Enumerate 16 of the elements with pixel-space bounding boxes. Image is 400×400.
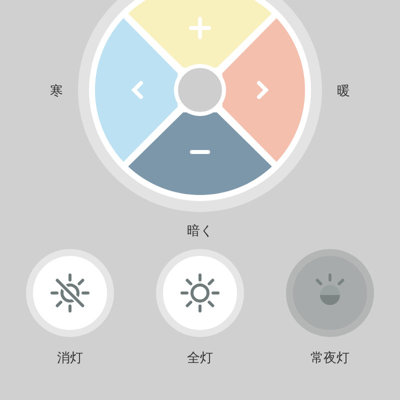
mode-label: 全灯 bbox=[187, 350, 213, 367]
dial-label: 暗く bbox=[187, 223, 213, 241]
dial-segment[interactable] bbox=[128, 0, 272, 68]
sun-slash-icon bbox=[50, 273, 90, 313]
chevron-left-icon bbox=[131, 81, 143, 99]
dial-segment[interactable] bbox=[128, 112, 272, 195]
dial-segment[interactable] bbox=[222, 18, 305, 162]
dial-label: 暖 bbox=[337, 83, 350, 100]
dial-segment[interactable] bbox=[95, 18, 178, 162]
mode-label: 消灯 bbox=[57, 350, 83, 367]
dial-label: 寒 bbox=[50, 83, 63, 100]
minus-icon bbox=[190, 150, 210, 154]
chevron-right-icon bbox=[257, 81, 269, 99]
mode-label: 常夜灯 bbox=[310, 350, 350, 367]
plus-icon bbox=[189, 17, 211, 39]
sun-icon bbox=[180, 273, 220, 313]
